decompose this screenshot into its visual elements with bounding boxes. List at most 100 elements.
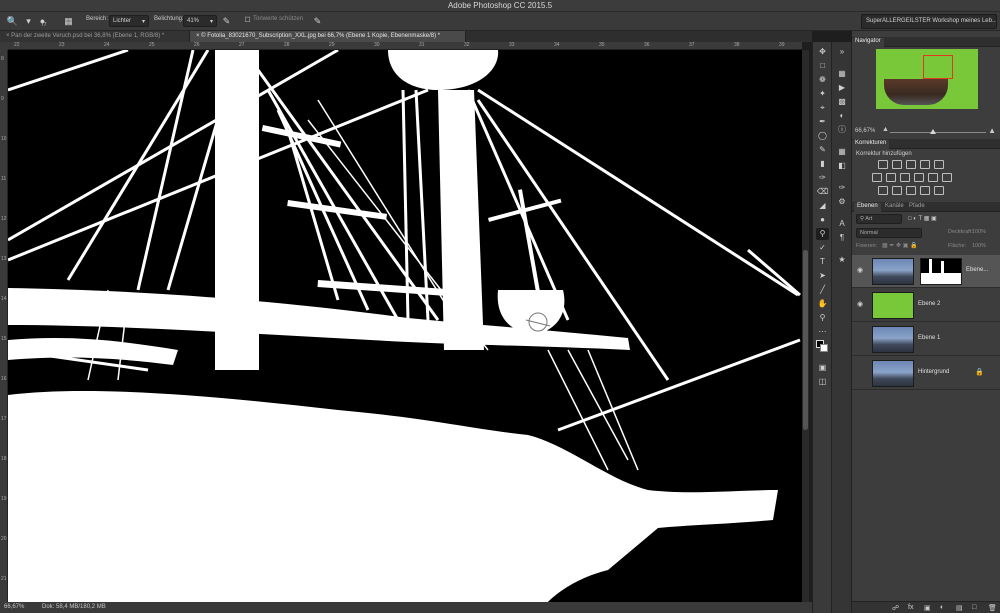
zoom-in-icon[interactable]: ▲	[988, 126, 996, 135]
more-tools-icon[interactable]: ⋯	[816, 326, 829, 338]
brush-panel-icon[interactable]: ✑	[836, 182, 848, 194]
blend-mode-select[interactable]: Normal	[856, 228, 922, 238]
document-canvas[interactable]	[8, 50, 802, 602]
visibility-eye-icon[interactable]	[857, 335, 866, 342]
eyedropper-tool-icon[interactable]: ✒	[816, 116, 829, 128]
type-tool-icon[interactable]: T	[816, 256, 829, 268]
brush-tool-icon[interactable]: ✎	[816, 144, 829, 156]
opacity-value[interactable]: 100%	[972, 229, 986, 235]
hand-tool-icon[interactable]: ✋	[816, 298, 829, 310]
gradient-map-icon[interactable]	[920, 186, 930, 195]
zoom-slider-track[interactable]	[890, 132, 986, 133]
tool-dropdown-icon[interactable]: ▾	[22, 15, 35, 27]
delete-layer-icon[interactable]: 🗑	[988, 604, 997, 612]
add-mask-icon[interactable]: ▣	[924, 604, 931, 612]
new-group-icon[interactable]: ▤	[956, 604, 963, 612]
adjustment-layer-icon[interactable]: ◐	[940, 604, 944, 611]
tab-channels[interactable]: Kanäle	[882, 203, 907, 209]
levels-icon[interactable]	[892, 160, 902, 169]
filter-icons[interactable]: □ ◐ T ▦ ▣	[908, 215, 937, 222]
brush-panel-icon[interactable]: ▦	[62, 15, 75, 27]
line-tool-icon[interactable]: ╱	[816, 284, 829, 296]
exposure-input[interactable]: 41% ▾	[183, 15, 217, 27]
tab-document-2[interactable]: × © Fotolia_83021670_Subscription_XXL.jp…	[190, 31, 466, 42]
visibility-eye-icon[interactable]	[857, 369, 866, 376]
character-panel-icon[interactable]: A	[836, 218, 848, 230]
history-panel-icon[interactable]: ▦	[836, 68, 848, 80]
libraries-panel-icon[interactable]: ◧	[836, 160, 848, 172]
path-select-tool-icon[interactable]: ➤	[816, 270, 829, 282]
layer-name[interactable]: Ebene...	[966, 267, 988, 273]
eraser-tool-icon[interactable]: ⌫	[816, 186, 829, 198]
canvas-vertical-scrollbar[interactable]	[802, 50, 809, 602]
scrollbar-thumb[interactable]	[803, 250, 808, 430]
layer-name[interactable]: Ebene 2	[918, 301, 940, 307]
brightness-icon[interactable]	[878, 160, 888, 169]
properties-panel-icon[interactable]: ▦	[836, 146, 848, 158]
crop-tool-icon[interactable]: ⌖	[816, 102, 829, 114]
gradient-tool-icon[interactable]: ◢	[816, 200, 829, 212]
color-balance-icon[interactable]	[886, 173, 896, 182]
tab-paths[interactable]: Pfade	[906, 203, 928, 209]
workspace-switcher[interactable]: SuperALLERGEILSTER Workshop meines Leb..…	[861, 14, 997, 29]
airbrush-icon[interactable]: ✎	[220, 15, 233, 27]
invert-icon[interactable]	[878, 186, 888, 195]
collapse-arrow-icon[interactable]: »	[836, 46, 848, 58]
layer-style-icon[interactable]: fx	[908, 604, 913, 611]
zoom-out-icon[interactable]: ▲	[882, 126, 889, 133]
blur-tool-icon[interactable]: ●	[816, 214, 829, 226]
layer-filter-select[interactable]: ⚲ Art	[856, 214, 902, 224]
clone-source-icon[interactable]: ⚙	[836, 196, 848, 208]
layer-name[interactable]: Ebene 1	[918, 335, 940, 341]
posterize-icon[interactable]	[892, 186, 902, 195]
paragraph-panel-icon[interactable]: ¶	[836, 232, 848, 244]
navigator-view-rect[interactable]	[923, 55, 953, 79]
fill-value[interactable]: 100%	[972, 243, 986, 249]
curves-icon[interactable]	[906, 160, 916, 169]
healing-tool-icon[interactable]: ◯	[816, 130, 829, 142]
marquee-tool-icon[interactable]: □	[816, 60, 829, 72]
status-zoom[interactable]: 66,67%	[4, 604, 24, 610]
navigator-zoom-value[interactable]: 66,67%	[855, 128, 875, 134]
info-panel-icon[interactable]: ⓘ	[836, 124, 848, 136]
new-layer-icon[interactable]: □	[972, 604, 976, 611]
history-brush-tool-icon[interactable]: ✑	[816, 172, 829, 184]
visibility-eye-icon[interactable]: ◉	[857, 267, 866, 274]
lock-icons[interactable]: ▦ ✒ ✥ ▣ 🔒	[882, 242, 918, 249]
exposure-icon[interactable]	[920, 160, 930, 169]
tab-layers[interactable]: Ebenen	[854, 203, 881, 212]
layer-row-ebene-1-kopie[interactable]: ◉ Ebene...	[852, 255, 1000, 288]
move-tool-icon[interactable]: ✥	[816, 46, 829, 58]
pen-tool-icon[interactable]: ✓	[816, 242, 829, 254]
layer-mask-thumbnail[interactable]	[920, 258, 962, 285]
color-lookup-icon[interactable]	[942, 173, 952, 182]
channel-mixer-icon[interactable]	[928, 173, 938, 182]
visibility-eye-icon[interactable]: ◉	[857, 301, 866, 308]
pressure-size-icon[interactable]: ✎	[311, 15, 324, 27]
quick-select-tool-icon[interactable]: ✦	[816, 88, 829, 100]
layer-row-ebene-2[interactable]: ◉ Ebene 2	[852, 289, 1000, 322]
quick-mask-icon[interactable]: ▣	[816, 362, 829, 374]
dodge-tool-icon[interactable]: 🔍	[6, 15, 19, 27]
layer-row-ebene-1[interactable]: Ebene 1	[852, 323, 1000, 356]
zoom-slider-knob[interactable]	[930, 129, 936, 134]
photo-filter-icon[interactable]	[914, 173, 924, 182]
dodge-tool-icon[interactable]: ⚲	[816, 228, 829, 240]
swatches-panel-icon[interactable]: ▩	[836, 96, 848, 108]
selective-color-icon[interactable]	[934, 186, 944, 195]
tab-corrections[interactable]: Korrekturen	[852, 140, 890, 149]
hue-icon[interactable]	[872, 173, 882, 182]
actions-panel-icon[interactable]: ▶	[836, 82, 848, 94]
link-layers-icon[interactable]: ☍	[892, 604, 899, 612]
black-white-icon[interactable]	[900, 173, 910, 182]
vibrance-icon[interactable]	[934, 160, 944, 169]
zoom-tool-icon[interactable]: ⚲	[816, 312, 829, 324]
range-select[interactable]: Lichter ▾	[109, 15, 149, 27]
layer-name[interactable]: Hintergrund	[918, 369, 949, 375]
tab-navigator[interactable]: Navigator	[852, 38, 884, 47]
lasso-tool-icon[interactable]: ❁	[816, 74, 829, 86]
glyphs-panel-icon[interactable]: ★	[836, 254, 848, 266]
color-panel-icon[interactable]: ◐	[836, 110, 848, 122]
stamp-tool-icon[interactable]: ▮	[816, 158, 829, 170]
navigator-thumbnail[interactable]	[876, 49, 978, 109]
